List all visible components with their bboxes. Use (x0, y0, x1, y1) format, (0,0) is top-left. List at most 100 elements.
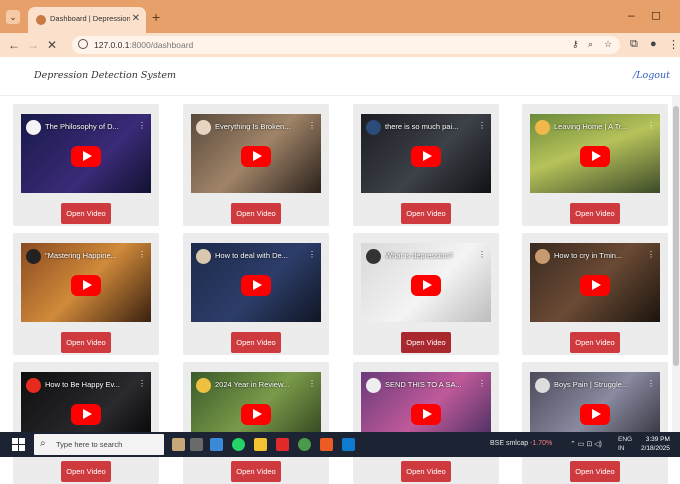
logout-link[interactable]: /Logout (633, 70, 670, 81)
video-thumbnail[interactable]: Leaving Home | A Tr... ⋮ (530, 114, 660, 193)
tray-icons[interactable]: ⌃ ▭ ⊡ ◁) (570, 440, 602, 448)
play-icon[interactable] (411, 274, 441, 296)
browser-tab[interactable]: Dashboard | Depression Detecti ✕ (28, 7, 146, 33)
play-icon[interactable] (71, 274, 101, 296)
video-thumbnail[interactable]: What is depression? ⋮ (361, 243, 491, 322)
video-thumbnail[interactable]: How to cry in Tmin... ⋮ (530, 243, 660, 322)
open-video-button[interactable]: Open Video (231, 203, 281, 224)
video-thumbnail[interactable]: The Philosophy of D... ⋮ (21, 114, 151, 193)
video-title: What is depression? (385, 251, 453, 260)
site-info-icon[interactable] (78, 39, 88, 49)
new-tab-icon[interactable]: + (152, 9, 160, 25)
open-video-button[interactable]: Open Video (61, 461, 111, 482)
stop-icon[interactable]: ✕ (47, 38, 57, 52)
search-icon: ⌕ (40, 438, 46, 449)
open-video-button[interactable]: Open Video (231, 461, 281, 482)
play-icon[interactable] (71, 145, 101, 167)
video-title: 2024 Year in Review... (215, 380, 290, 389)
tab-favicon-icon (36, 15, 46, 25)
video-title: How to Be Happy Ev... (45, 380, 120, 389)
channel-avatar (535, 120, 550, 135)
video-title: there is so much pai... (385, 122, 459, 131)
more-options-icon[interactable]: ⋮ (308, 379, 316, 388)
browser-tab-strip: ⌄ Dashboard | Depression Detecti ✕ + – ◻ (0, 0, 680, 33)
open-video-button[interactable]: Open Video (61, 203, 111, 224)
maximize-icon[interactable]: ◻ (651, 8, 661, 22)
forward-icon[interactable]: → (27, 38, 39, 52)
page-scrollbar[interactable] (672, 96, 680, 432)
clock-date: 2/18/2025 (641, 445, 670, 452)
video-thumbnail[interactable]: How to deal with De... ⋮ (191, 243, 321, 322)
vscode-icon[interactable] (342, 438, 355, 451)
more-options-icon[interactable]: ⋮ (647, 379, 655, 388)
zoom-icon[interactable]: ⌕ (588, 39, 593, 50)
more-options-icon[interactable]: ⋮ (138, 121, 146, 130)
open-video-button[interactable]: Open Video (570, 203, 620, 224)
open-video-button[interactable]: Open Video (570, 461, 620, 482)
url-text: 127.0.0.1:8000/dashboard (94, 40, 193, 50)
video-thumbnail[interactable]: "Mastering Happine... ⋮ (21, 243, 151, 322)
scrollbar-thumb[interactable] (673, 106, 679, 366)
back-icon[interactable]: ← (8, 38, 20, 52)
more-options-icon[interactable]: ⋮ (308, 250, 316, 259)
video-card: How to cry in Tmin... ⋮ Open Video (522, 233, 668, 355)
play-icon[interactable] (580, 403, 610, 425)
bookmark-star-icon[interactable]: ☆ (604, 39, 612, 50)
brave-icon[interactable] (320, 438, 333, 451)
video-thumbnail[interactable]: Everything Is Broken... ⋮ (191, 114, 321, 193)
chrome-icon[interactable] (298, 438, 311, 451)
channel-avatar (535, 378, 550, 393)
video-card: Everything Is Broken... ⋮ Open Video (183, 104, 329, 226)
minimize-icon[interactable]: – (628, 8, 635, 22)
profile-icon[interactable]: ● (650, 38, 657, 50)
channel-avatar (196, 378, 211, 393)
open-video-button[interactable]: Open Video (61, 332, 111, 353)
video-card: Leaving Home | A Tr... ⋮ Open Video (522, 104, 668, 226)
video-thumbnail[interactable]: there is so much pai... ⋮ (361, 114, 491, 193)
tab-search-icon[interactable]: ⌄ (6, 10, 20, 24)
whatsapp-icon[interactable] (232, 438, 245, 451)
language-indicator[interactable]: ENG IN (618, 435, 632, 453)
open-video-button[interactable]: Open Video (401, 332, 451, 353)
browser-menu-icon[interactable]: ⋮ (668, 38, 679, 51)
channel-avatar (26, 378, 41, 393)
video-title: "Mastering Happine... (45, 251, 117, 260)
taskbar-clock[interactable]: 3:39 PM 2/18/2025 (641, 435, 670, 453)
open-video-button[interactable]: Open Video (231, 332, 281, 353)
task-view-icon[interactable] (190, 438, 203, 451)
play-icon[interactable] (411, 145, 441, 167)
more-options-icon[interactable]: ⋮ (138, 379, 146, 388)
tab-close-icon[interactable]: ✕ (132, 13, 140, 24)
video-title: Boys Pain | Struggle... (554, 380, 629, 389)
open-video-button[interactable]: Open Video (401, 461, 451, 482)
windows-start-icon[interactable] (12, 438, 25, 451)
extensions-icon[interactable]: ⧉ (630, 38, 638, 51)
play-icon[interactable] (71, 403, 101, 425)
taskbar-search-input[interactable]: ⌕ Type here to search (34, 434, 164, 455)
url-host: 127.0.0.1 (94, 40, 130, 50)
app-icon[interactable] (210, 438, 223, 451)
more-options-icon[interactable]: ⋮ (478, 121, 486, 130)
file-explorer-icon[interactable] (254, 438, 267, 451)
tab-title: Dashboard | Depression Detecti (50, 14, 130, 23)
more-options-icon[interactable]: ⋮ (138, 250, 146, 259)
stock-widget[interactable]: BSE smlcap -1.70% (490, 440, 552, 447)
open-video-button[interactable]: Open Video (570, 332, 620, 353)
play-icon[interactable] (411, 403, 441, 425)
more-options-icon[interactable]: ⋮ (478, 250, 486, 259)
search-highlight-icon[interactable] (172, 438, 185, 451)
open-video-button[interactable]: Open Video (401, 203, 451, 224)
play-icon[interactable] (580, 274, 610, 296)
password-key-icon[interactable]: ⚷ (572, 39, 579, 50)
more-options-icon[interactable]: ⋮ (647, 121, 655, 130)
url-input[interactable]: 127.0.0.1:8000/dashboard ⚷ ⌕ ☆ (72, 36, 620, 54)
more-options-icon[interactable]: ⋮ (647, 250, 655, 259)
play-icon[interactable] (241, 274, 271, 296)
video-grid: The Philosophy of D... ⋮ Open Video Ever… (0, 96, 672, 484)
more-options-icon[interactable]: ⋮ (308, 121, 316, 130)
play-icon[interactable] (241, 403, 271, 425)
play-icon[interactable] (580, 145, 610, 167)
more-options-icon[interactable]: ⋮ (478, 379, 486, 388)
youtube-app-icon[interactable] (276, 438, 289, 451)
play-icon[interactable] (241, 145, 271, 167)
